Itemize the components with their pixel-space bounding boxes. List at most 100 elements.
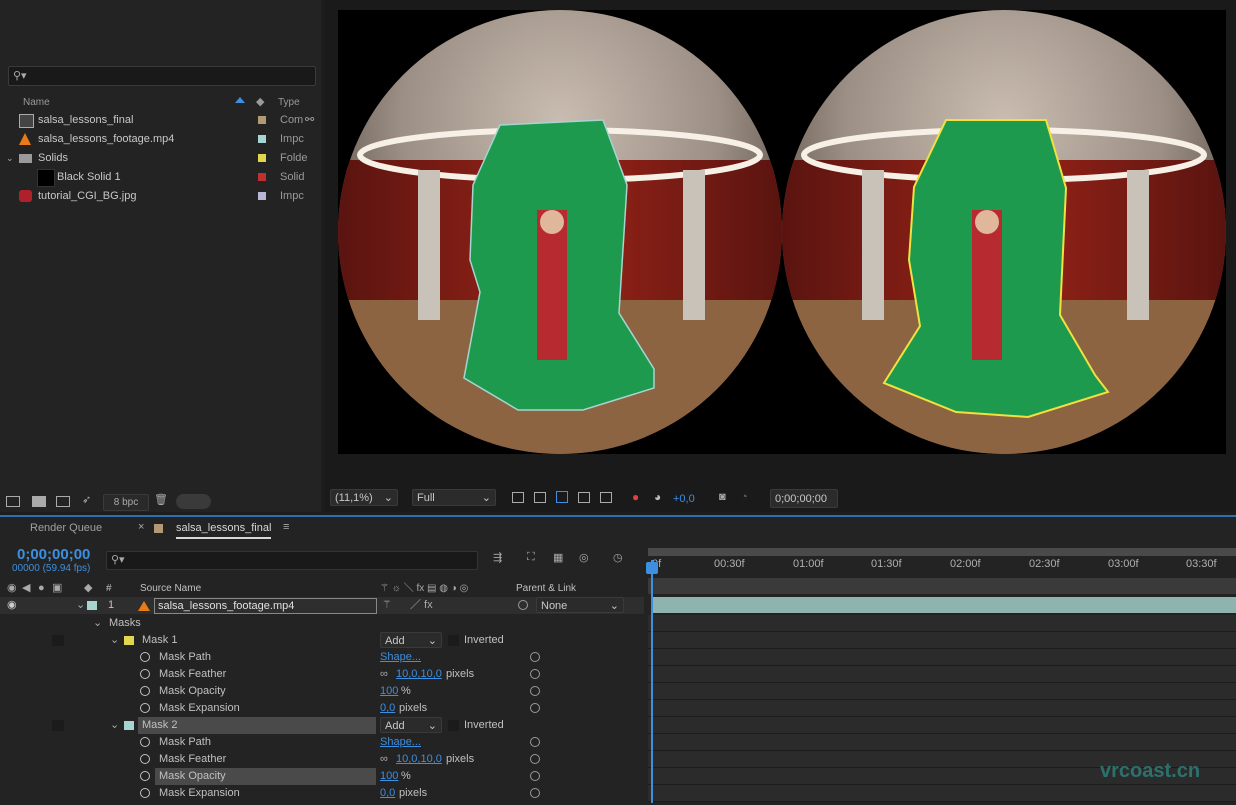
close-tab-icon[interactable]: × <box>138 521 144 533</box>
mask-path-value[interactable]: Shape... <box>380 649 421 666</box>
tab-render-queue[interactable]: Render Queue <box>30 522 102 534</box>
project-item[interactable]: Black Solid 1 Solid <box>0 168 321 187</box>
pickwhip-icon[interactable] <box>530 686 540 696</box>
mask-property-row[interactable]: Mask Opacity 100 % <box>0 683 644 700</box>
pickwhip-icon[interactable] <box>530 788 540 798</box>
inverted-checkbox[interactable] <box>448 720 459 731</box>
quality-icon[interactable]: ／ fx <box>410 597 433 614</box>
flowchart-icon[interactable]: ⚯ <box>305 111 314 130</box>
label-swatch[interactable] <box>258 173 266 181</box>
audio-icon[interactable]: ◀ <box>22 580 30 597</box>
mask-opacity-value[interactable]: 100 <box>380 768 398 785</box>
work-area-bar[interactable] <box>648 548 1236 556</box>
mask-visibility-toggle[interactable] <box>52 635 64 646</box>
layer-row[interactable]: ◉ ⌄ 1 salsa_lessons_footage.mp4 ⚚ ／ fx N… <box>0 597 644 614</box>
render-rocket-icon[interactable]: ➶ <box>82 493 91 506</box>
color-management-icon[interactable]: ◕ <box>654 490 661 504</box>
project-search-input[interactable]: ⚲▾ <box>8 66 316 86</box>
pickwhip-icon[interactable] <box>530 754 540 764</box>
project-item[interactable]: salsa_lessons_footage.mp4 Impc <box>0 130 321 149</box>
graph-editor-icon[interactable]: ◷ <box>613 551 623 564</box>
label-swatch[interactable] <box>258 192 266 200</box>
show-snapshot-icon[interactable]: ◔ <box>741 491 748 503</box>
switches-header-icons[interactable]: ⚚ ☼ ＼ fx ▤ ◍ ◑ ◎ <box>380 580 468 597</box>
stopwatch-icon[interactable] <box>140 771 150 781</box>
label-tag-icon[interactable]: ◆ <box>256 95 264 108</box>
layer-name[interactable]: salsa_lessons_footage.mp4 <box>154 598 377 614</box>
mask-color-swatch[interactable] <box>124 721 134 730</box>
transparency-grid-icon[interactable] <box>534 492 546 503</box>
current-time-display[interactable]: 0;00;00;00 <box>770 489 838 508</box>
label-swatch[interactable] <box>258 154 266 162</box>
stopwatch-icon[interactable] <box>140 669 150 679</box>
comp-mini-flowchart-icon[interactable]: ⇶ <box>493 551 502 564</box>
panel-menu-icon[interactable]: ≡ <box>283 521 289 533</box>
project-item[interactable]: ⌄ Solids Folde <box>0 149 321 168</box>
stopwatch-icon[interactable] <box>140 652 150 662</box>
source-name-header[interactable]: Source Name <box>140 580 201 597</box>
mask-expansion-value[interactable]: 0,0 <box>380 700 395 717</box>
mask-mode-dropdown[interactable]: Add ⌄ <box>380 632 442 648</box>
mask-property-row[interactable]: Mask Feather ∞ 10,0,10,0 pixels <box>0 751 644 768</box>
parent-dropdown[interactable]: None ⌄ <box>536 597 624 613</box>
mask-row[interactable]: ⌄ Mask 2 Add ⌄ Inverted <box>0 717 644 734</box>
project-item[interactable]: salsa_lessons_final Com ⚯ <box>0 111 321 130</box>
playhead[interactable] <box>651 560 653 803</box>
motion-blur-icon[interactable]: ◎ <box>579 551 589 564</box>
region-of-interest-icon[interactable] <box>578 492 590 503</box>
fast-previews-icon[interactable] <box>512 492 524 503</box>
new-composition-icon[interactable] <box>56 496 70 507</box>
constrain-link-icon[interactable]: ∞ <box>380 751 388 768</box>
parent-link-header[interactable]: Parent & Link <box>516 580 576 597</box>
pickwhip-icon[interactable] <box>530 669 540 679</box>
pickwhip-icon[interactable] <box>530 771 540 781</box>
chevron-down-icon[interactable]: ⌄ <box>76 597 85 614</box>
label-swatch[interactable] <box>258 116 266 124</box>
frame-blending-icon[interactable]: ▦ <box>553 551 563 564</box>
grid-guides-icon[interactable] <box>600 492 612 503</box>
label-tag-icon[interactable]: ◆ <box>84 580 92 597</box>
thumbnail-slider[interactable] <box>176 494 211 509</box>
mask-path-value[interactable]: Shape... <box>380 734 421 751</box>
mask-expansion-value[interactable]: 0,0 <box>380 785 395 802</box>
mask-color-swatch[interactable] <box>124 636 134 645</box>
masks-group-row[interactable]: ⌄ Masks <box>0 615 644 632</box>
solo-icon[interactable]: ● <box>38 580 45 597</box>
draft-3d-icon[interactable]: ⛶ <box>527 551 535 564</box>
inverted-checkbox[interactable] <box>448 635 459 646</box>
chevron-down-icon[interactable]: ⌄ <box>110 632 119 649</box>
selected-mask-name[interactable]: Mask 2 <box>138 717 376 734</box>
mask-visibility-icon[interactable] <box>556 491 568 503</box>
stopwatch-icon[interactable] <box>140 737 150 747</box>
timeline-search-input[interactable]: ⚲▾ <box>106 551 478 570</box>
chevron-down-icon[interactable]: ⌄ <box>6 149 14 168</box>
stopwatch-icon[interactable] <box>140 703 150 713</box>
pickwhip-icon[interactable] <box>530 703 540 713</box>
mask-mode-dropdown[interactable]: Add ⌄ <box>380 717 442 733</box>
sort-ascending-icon[interactable] <box>235 97 245 103</box>
stopwatch-icon[interactable] <box>140 788 150 798</box>
label-swatch[interactable] <box>258 135 266 143</box>
layer-duration-bar[interactable] <box>652 597 1236 613</box>
bit-depth-button[interactable]: 8 bpc <box>103 494 149 511</box>
stopwatch-icon[interactable] <box>140 754 150 764</box>
constrain-link-icon[interactable]: ∞ <box>380 666 388 683</box>
mask-property-row[interactable]: Mask Path Shape... <box>0 649 644 666</box>
lock-icon[interactable]: ▣ <box>52 580 62 597</box>
tab-comp-timeline[interactable]: salsa_lessons_final <box>176 522 272 539</box>
interpret-footage-icon[interactable] <box>6 496 20 507</box>
mask-feather-value[interactable]: 10,0,10,0 <box>396 751 442 768</box>
exposure-value[interactable]: +0,0 <box>673 493 695 505</box>
project-item[interactable]: tutorial_CGI_BG.jpg Impc <box>0 187 321 206</box>
pickwhip-icon[interactable] <box>530 737 540 747</box>
mask-property-row[interactable]: Mask Path Shape... <box>0 734 644 751</box>
mask-opacity-value[interactable]: 100 <box>380 683 398 700</box>
mask-visibility-toggle[interactable] <box>52 720 64 731</box>
shy-icon[interactable]: ⚚ <box>382 597 392 614</box>
magnification-dropdown[interactable]: (11,1%) ⌄ <box>330 489 398 506</box>
composition-canvas[interactable] <box>338 10 1226 454</box>
mask-property-row[interactable]: Mask Expansion 0,0 pixels <box>0 700 644 717</box>
resolution-dropdown[interactable]: Full ⌄ <box>412 489 496 506</box>
stopwatch-icon[interactable] <box>140 686 150 696</box>
mask-property-row[interactable]: Mask Feather ∞ 10,0,10,0 pixels <box>0 666 644 683</box>
